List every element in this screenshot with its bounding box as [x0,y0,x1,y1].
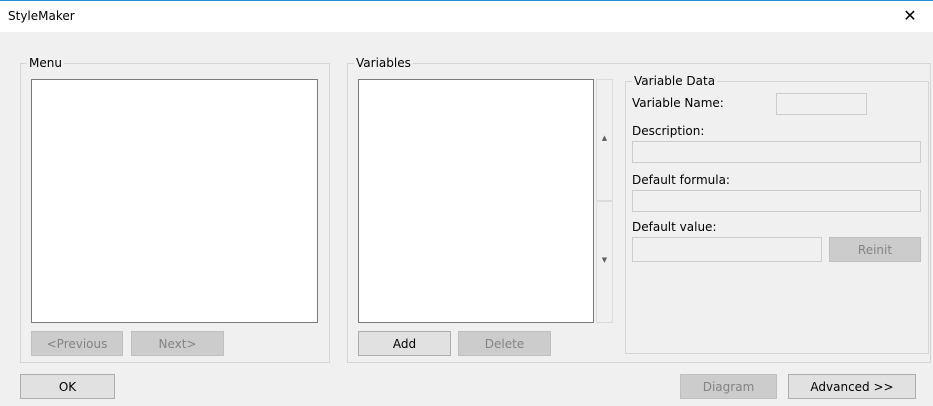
window-title: StyleMaker [8,9,75,23]
variables-listbox[interactable] [358,79,594,323]
close-icon[interactable]: ✕ [887,1,933,32]
default-formula-label: Default formula: [632,173,730,187]
next-button[interactable]: Next> [131,331,224,356]
menu-legend: Menu [27,56,64,70]
description-label: Description: [632,124,705,138]
variable-name-field[interactable] [776,93,867,115]
reinit-button[interactable]: Reinit [829,237,921,262]
diagram-button[interactable]: Diagram [680,374,777,399]
variables-legend: Variables [354,56,413,70]
menu-listbox[interactable] [31,79,318,323]
variable-name-label: Variable Name: [632,96,724,110]
previous-button[interactable]: <Previous [31,331,123,356]
chevron-down-icon: ▼ [601,256,608,264]
default-formula-field[interactable] [632,190,921,212]
variable-data-group: Variable Data [625,74,929,354]
move-up-button[interactable]: ▲ [596,79,613,201]
delete-button[interactable]: Delete [458,331,551,356]
stylemaker-dialog: StyleMaker ✕ Menu <Previous Next> Variab… [0,0,933,406]
ok-button[interactable]: OK [20,374,115,399]
add-button[interactable]: Add [358,331,451,356]
default-value-label: Default value: [632,220,717,234]
default-value-field[interactable] [632,237,822,262]
description-field[interactable] [632,141,921,163]
title-bar: StyleMaker ✕ [0,1,933,32]
chevron-up-icon: ▲ [601,134,608,142]
advanced-button[interactable]: Advanced >> [788,374,916,399]
variable-data-legend: Variable Data [632,74,718,88]
move-down-button[interactable]: ▼ [596,201,613,323]
